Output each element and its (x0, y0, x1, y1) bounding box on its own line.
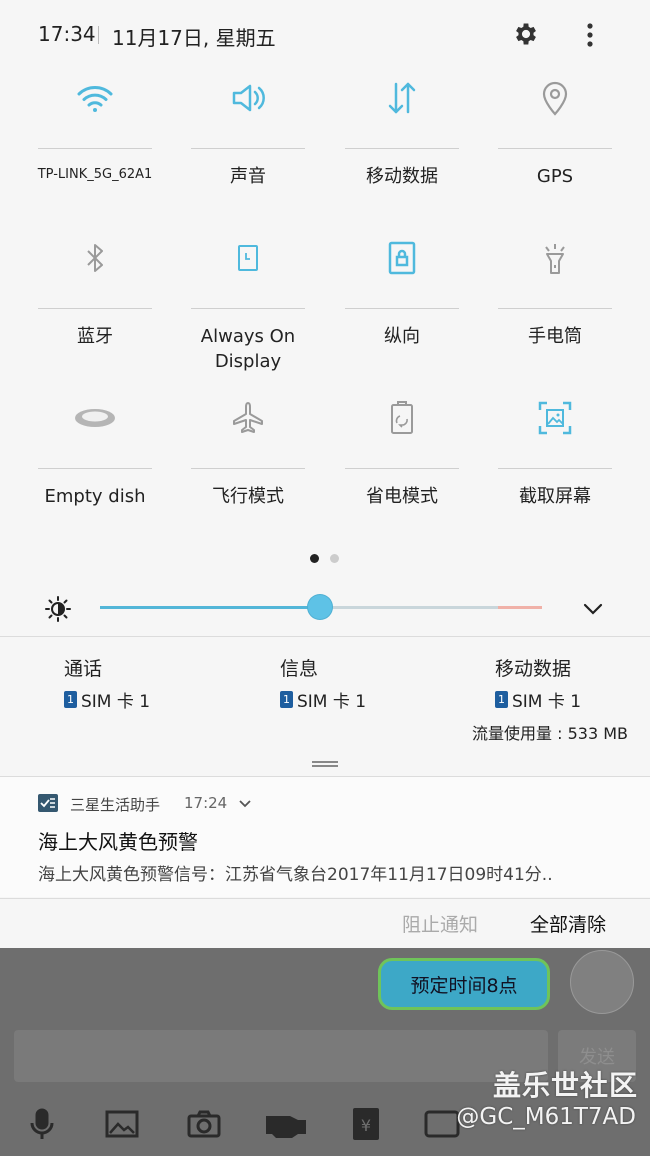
bluetooth-icon (65, 228, 125, 288)
message-input[interactable] (14, 1030, 548, 1082)
tile-divider (345, 468, 459, 469)
sim-badge-icon: 1 (64, 691, 77, 708)
tile-mobile-data[interactable]: 移动数据 (345, 68, 459, 218)
sim-data-title: 移动数据 (495, 658, 572, 680)
page-dot-active (310, 554, 319, 563)
microphone-icon[interactable] (24, 1106, 60, 1142)
always-on-display-icon (218, 228, 278, 288)
sim-messages-value: SIM 卡 1 (297, 692, 367, 712)
mobile-data-icon (372, 68, 432, 128)
sim-data-value: SIM 卡 1 (512, 692, 582, 712)
brightness-slider-warm (498, 606, 542, 609)
tile-divider (345, 308, 459, 309)
more-vert-icon[interactable] (578, 20, 602, 50)
brightness-slider-fill[interactable] (100, 606, 320, 609)
tile-divider (498, 468, 612, 469)
divider (0, 898, 650, 899)
tile-label-mobile-data: 移动数据 (366, 166, 438, 187)
status-time: 17:34 (38, 22, 96, 46)
chat-bubble: 预定时间8点 (378, 958, 550, 1010)
tile-label-bluetooth: 蓝牙 (77, 326, 113, 347)
tile-bluetooth[interactable]: 蓝牙 (38, 228, 152, 378)
battery-saver-icon (372, 388, 432, 448)
tile-sound[interactable]: 声音 (191, 68, 305, 218)
chevron-down-icon[interactable] (238, 796, 252, 810)
sim-calls[interactable]: 通话 1 SIM 卡 1 (64, 654, 150, 712)
tile-divider (498, 148, 612, 149)
svg-text:¥: ¥ (361, 1116, 371, 1135)
tile-divider (38, 308, 152, 309)
chevron-down-icon[interactable] (582, 598, 604, 620)
screenshot-icon (525, 388, 585, 448)
tile-label-airplane: 飞行模式 (212, 486, 284, 507)
tile-divider (191, 148, 305, 149)
tile-label-sound: 声音 (230, 166, 266, 187)
watermark-site: 盖乐世社区 (492, 1069, 638, 1102)
tile-label-battery-saver: 省电模式 (366, 486, 438, 507)
watermark-user: @GC_M61T7AD (456, 1104, 636, 1130)
image-icon[interactable] (104, 1106, 140, 1142)
sim-messages-title: 信息 (280, 658, 319, 680)
sim-data[interactable]: 移动数据 1 SIM 卡 1 (495, 654, 581, 712)
tile-divider (38, 148, 152, 149)
notification-time: 17:24 (184, 794, 228, 812)
tile-empty-dish[interactable]: Empty dish (38, 388, 152, 538)
tile-divider (345, 148, 459, 149)
tile-always-on-display[interactable]: Always On Display (191, 228, 305, 378)
sim-calls-title: 通话 (64, 658, 103, 680)
tile-divider (191, 468, 305, 469)
notification-panel: 17:34 11月17日, 星期五 TP-LINK_5G_62A1 声音 移动数… (0, 0, 650, 948)
tile-divider (498, 308, 612, 309)
tile-label-gps: GPS (536, 166, 574, 187)
avatar (570, 950, 634, 1014)
data-usage: 流量使用量 : 533 MB (472, 724, 628, 743)
sim-calls-value: SIM 卡 1 (81, 692, 151, 712)
page-dot (330, 554, 339, 563)
brightness-slider-thumb[interactable] (308, 595, 332, 619)
tile-divider (38, 468, 152, 469)
camera-icon[interactable] (186, 1106, 222, 1142)
dish-icon (65, 388, 125, 448)
drag-handle[interactable] (312, 761, 338, 767)
brightness-slider-track[interactable] (320, 606, 498, 609)
tile-gps[interactable]: GPS (498, 68, 612, 218)
clear-all-button[interactable]: 全部清除 (530, 910, 606, 937)
location-pin-icon (525, 68, 585, 128)
tile-label-screenshot: 截取屏幕 (519, 486, 591, 507)
tile-wifi[interactable]: TP-LINK_5G_62A1 (38, 68, 152, 218)
divider (0, 636, 650, 637)
tile-flashlight[interactable]: 手电筒 (498, 228, 612, 378)
app-checklist-icon (38, 794, 58, 812)
sim-badge-icon: 1 (280, 691, 293, 708)
tile-airplane[interactable]: 飞行模式 (191, 388, 305, 538)
notification-app-name: 三星生活助手 (70, 796, 161, 814)
gif-icon[interactable] (424, 1106, 460, 1142)
tile-label-orientation: 纵向 (384, 326, 420, 347)
sim-messages[interactable]: 信息 1 SIM 卡 1 (280, 654, 366, 712)
flashlight-icon (525, 228, 585, 288)
speaker-icon (218, 68, 278, 128)
status-date: 11月17日, 星期五 (112, 26, 276, 50)
airplane-icon (218, 388, 278, 448)
tile-screenshot[interactable]: 截取屏幕 (498, 388, 612, 538)
tile-label-flashlight: 手电筒 (528, 326, 582, 347)
status-separator (98, 26, 99, 44)
gesture-icon[interactable] (264, 1106, 308, 1142)
wifi-icon (65, 68, 125, 128)
tile-divider (191, 308, 305, 309)
gear-icon[interactable] (512, 20, 540, 48)
tile-label-empty-dish: Empty dish (44, 486, 146, 507)
portrait-lock-icon (372, 228, 432, 288)
block-notifications-button[interactable]: 阻止通知 (402, 910, 478, 937)
tile-label-wifi: TP-LINK_5G_62A1 (37, 167, 153, 182)
brightness-icon (44, 595, 72, 623)
notification-body: 海上大风黄色预警信号：江苏省气象台2017年11月17日09时41分.. (38, 865, 553, 885)
notification-title: 海上大风黄色预警 (38, 830, 198, 854)
tile-label-always-on-display: Always On Display (200, 326, 296, 372)
sim-badge-icon: 1 (495, 691, 508, 708)
tile-orientation[interactable]: 纵向 (345, 228, 459, 378)
red-packet-icon[interactable]: ¥ (348, 1106, 384, 1142)
tile-battery-saver[interactable]: 省电模式 (345, 388, 459, 538)
